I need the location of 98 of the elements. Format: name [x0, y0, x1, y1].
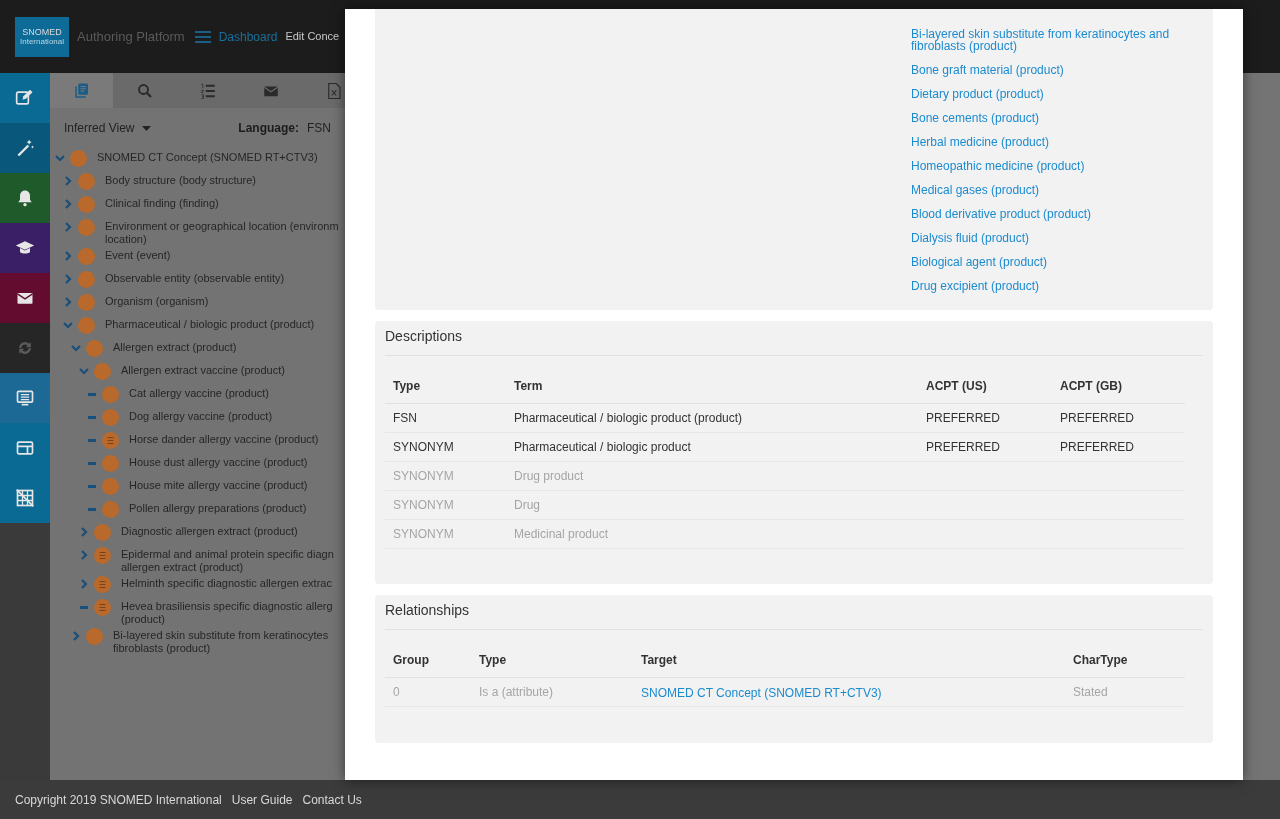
tree-item[interactable]: Diagnostic allergen extract (product) — [121, 525, 298, 538]
table-cell-text: Medicinal product — [514, 526, 610, 543]
table-cell-text: PREFERRED — [926, 439, 1001, 456]
documents-icon — [72, 81, 91, 100]
child-concept-link[interactable]: Biological agent (product) — [911, 250, 1181, 274]
child-concept-link[interactable]: Bi-layered skin substitute from keratinocytes and fibroblasts (product) — [911, 22, 1181, 58]
child-concept-link[interactable]: Medical gases (product) — [911, 178, 1181, 202]
sidebar-button[interactable] — [0, 223, 50, 273]
child-concept-link[interactable]: Dialysis fluid (product) — [911, 226, 1181, 250]
search-icon — [135, 81, 154, 100]
table-cell-text: Drug — [514, 497, 541, 514]
column-header: Target — [641, 652, 678, 669]
tree-item[interactable]: House dust allergy vaccine (product) — [129, 456, 308, 469]
tree-item[interactable]: Body structure (body structure) — [105, 174, 256, 187]
copyright-text: Copyright 2019 SNOMED International — [15, 791, 222, 809]
collapsed-chevron-icon[interactable] — [78, 548, 90, 562]
tree-item[interactable]: Helminth specific diagnostic allergen extrac — [121, 577, 332, 590]
table-cell-text: Pharmaceutical / biologic product — [514, 439, 692, 456]
child-concept-link[interactable]: Drug excipient (product) — [911, 274, 1181, 298]
panel-title: Relationships — [385, 595, 1203, 630]
tree-item[interactable]: Allergen extract (product) — [113, 341, 237, 354]
sidebar-button[interactable] — [0, 373, 50, 423]
tree-item[interactable]: Hevea brasiliensis specific diagnostic allerg (product) — [121, 600, 333, 626]
table-cell-text: PREFERRED — [926, 410, 1001, 427]
wand-icon — [15, 138, 35, 158]
column-header: Type — [393, 378, 422, 395]
grid-off-icon — [15, 488, 35, 508]
table-cell-text: Pharmaceutical / biologic product (product) — [514, 410, 744, 427]
sidebar-button[interactable] — [0, 173, 50, 223]
child-concept-link[interactable]: Bone cements (product) — [911, 106, 1181, 130]
panel-title: Descriptions — [385, 321, 1203, 356]
menu-icon[interactable] — [194, 30, 211, 43]
window-icon — [15, 438, 35, 458]
sidebar-button[interactable] — [0, 473, 50, 523]
tree-item[interactable]: Environment or geographical location (environm location) — [105, 220, 339, 246]
table-cell-text: SYNONYM — [393, 439, 455, 456]
tree-item[interactable]: Pollen allergy preparations (product) — [129, 502, 307, 515]
table-cell-text: Drug product — [514, 468, 585, 485]
tree-item[interactable]: Event (event) — [105, 249, 171, 262]
table-cell-text: SYNONYM — [393, 497, 455, 514]
sidebar-button[interactable] — [0, 73, 50, 123]
collapsed-chevron-icon[interactable] — [62, 197, 74, 211]
sidebar-button[interactable] — [0, 423, 50, 473]
caret-icon — [142, 125, 152, 131]
collapsed-chevron-icon[interactable] — [62, 249, 74, 263]
logo-subtext: International — [20, 37, 64, 46]
tree-item[interactable]: House mite allergy vaccine (product) — [129, 479, 308, 492]
column-header: CharType — [1073, 652, 1129, 669]
table-cell-text: FSN — [393, 410, 418, 427]
tree-item[interactable]: Observable entity (observable entity) — [105, 272, 285, 285]
target-concept-link[interactable]: SNOMED CT Concept (SNOMED RT+CTV3) — [641, 686, 882, 700]
collapsed-chevron-icon[interactable] — [62, 174, 74, 188]
tree-item[interactable]: Dog allergy vaccine (product) — [129, 410, 273, 423]
collapsed-chevron-icon[interactable] — [62, 220, 74, 234]
footer-link[interactable]: User Guide — [231, 790, 293, 809]
nav-link[interactable]: Dashboard — [218, 27, 278, 46]
table-cell-text: SYNONYM — [393, 468, 455, 485]
footer-link[interactable]: Contact Us — [302, 790, 362, 809]
column-header: Group — [393, 652, 430, 669]
column-header: Type — [479, 652, 508, 669]
tree-item[interactable]: Pharmaceutical / biologic product (product) — [105, 318, 315, 331]
sidebar-button[interactable] — [0, 273, 50, 323]
column-header: ACPT (US) — [926, 378, 988, 395]
table-cell-text: PREFERRED — [1060, 410, 1135, 427]
child-concept-link[interactable]: Herbal medicine (product) — [911, 130, 1181, 154]
table-cell-text: 0 — [393, 684, 401, 701]
tree-item[interactable]: Epidermal and animal protein specific diagn allergen extract (product) — [121, 548, 334, 574]
child-concept-link[interactable]: Bone graft material (product) — [911, 58, 1181, 82]
logo-text: SNOMED — [22, 27, 62, 37]
column-header: Term — [514, 378, 544, 395]
column-header: ACPT (GB) — [1060, 378, 1123, 395]
monitor-list-icon — [15, 388, 35, 408]
ordered-list-icon — [198, 81, 217, 100]
child-concept-link[interactable]: Homeopathic medicine (product) — [911, 154, 1181, 178]
child-concept-link[interactable]: Dietary product (product) — [911, 82, 1181, 106]
collapsed-chevron-icon[interactable] — [62, 272, 74, 286]
collapsed-chevron-icon[interactable] — [78, 525, 90, 539]
collapsed-chevron-icon[interactable] — [62, 295, 74, 309]
tree-item[interactable]: Horse dander allergy vaccine (product) — [129, 433, 319, 446]
table-cell-text: SYNONYM — [393, 526, 455, 543]
tree-item[interactable]: Clinical finding (finding) — [105, 197, 219, 210]
tree-item[interactable]: Allergen extract vaccine (product) — [121, 364, 285, 377]
view-dropdown[interactable]: Inferred View — [64, 119, 152, 137]
child-concept-link[interactable]: Blood derivative product (product) — [911, 202, 1181, 226]
language-label: Language: — [238, 120, 299, 137]
table-cell-text: Is a (attribute) — [479, 684, 555, 701]
edit-icon — [15, 88, 35, 108]
collapsed-chevron-icon[interactable] — [70, 629, 82, 643]
table-cell-text: Stated — [1073, 684, 1109, 701]
tree-item[interactable]: SNOMED CT Concept (SNOMED RT+CTV3) — [97, 151, 318, 164]
tree-item[interactable]: Organism (organism) — [105, 295, 209, 308]
nav-item[interactable]: Edit Conce — [285, 28, 340, 45]
table-cell-text: PREFERRED — [1060, 439, 1135, 456]
language-value[interactable]: FSN — [307, 119, 331, 137]
collapsed-chevron-icon[interactable] — [78, 577, 90, 591]
app-title: Authoring Platform — [77, 27, 185, 46]
tree-item[interactable]: Cat allergy vaccine (product) — [129, 387, 269, 400]
tree-item[interactable]: Bi-layered skin substitute from keratinocytes fibroblasts (product) — [113, 629, 329, 655]
